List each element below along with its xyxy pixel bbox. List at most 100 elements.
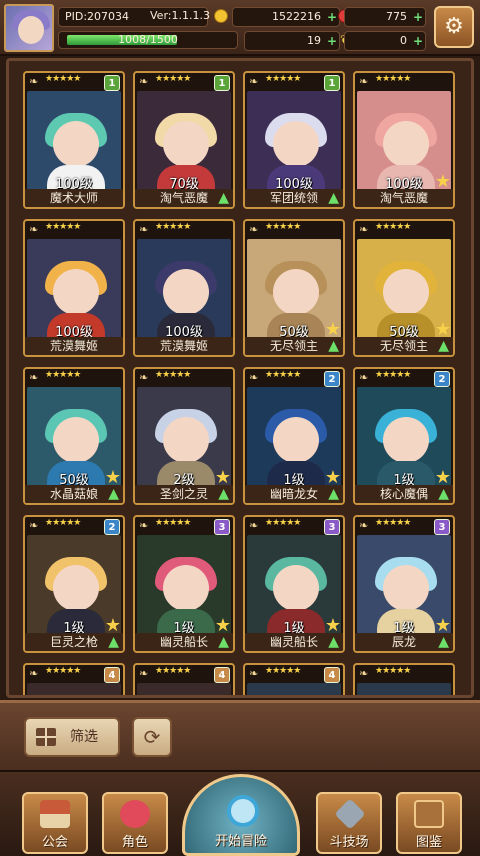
- rarity-stars-icon: ★★★★★: [375, 370, 411, 380]
- tier-badge: 4: [214, 667, 230, 683]
- hero-card[interactable]: ❧ ★★★★★ 3 1级 幽灵船长 ★ ▲: [133, 515, 235, 653]
- experience-bar: 1008/1500: [58, 31, 238, 49]
- element-leaf-icon: ❧: [139, 75, 149, 88]
- rarity-stars-icon: ★★★★★: [265, 222, 301, 232]
- hero-card[interactable]: ❧ ★★★★★ 4: [243, 663, 345, 695]
- element-leaf-icon: ❧: [29, 519, 39, 532]
- hero-face: [53, 417, 99, 463]
- level-up-arrow-icon: ▲: [438, 486, 449, 502]
- hero-card[interactable]: ❧ ★★★★★ 3 1级 幽灵船长 ★ ▲: [243, 515, 345, 653]
- element-leaf-icon: ❧: [139, 371, 149, 384]
- settings-gear-icon[interactable]: ⚙: [434, 6, 474, 48]
- gem-amount: 775: [386, 10, 407, 23]
- magnifier-compass-icon: [227, 795, 259, 827]
- hero-face: [383, 565, 429, 611]
- element-leaf-icon: ❧: [29, 371, 39, 384]
- hero-card[interactable]: ❧ ★★★★★ 4: [133, 663, 235, 695]
- hero-face: [383, 121, 429, 167]
- nav-codex[interactable]: 图鉴: [396, 792, 462, 854]
- nav-guild[interactable]: 公会: [22, 792, 88, 854]
- element-leaf-icon: ❧: [359, 75, 369, 88]
- hero-face: [53, 269, 99, 315]
- hero-card[interactable]: ❧ ★★★★★ 50级 无尽领主 ★ ▲: [243, 219, 345, 357]
- star-upgrade-icon: ★: [104, 615, 121, 636]
- add-leaf-icon[interactable]: +: [412, 35, 424, 47]
- hero-card[interactable]: ❧ ★★★★★ 1 100级 军团统领 ▲: [243, 71, 345, 209]
- level-up-arrow-icon: ▲: [108, 634, 119, 650]
- bottom-navigation: 公会 角色 开始冒险 斗技场 图鉴: [0, 770, 480, 856]
- filter-toolbar: 筛选 ⟳: [0, 700, 480, 770]
- star-upgrade-icon: ★: [434, 319, 451, 340]
- tier-badge: 2: [324, 371, 340, 387]
- nav-character[interactable]: 角色: [102, 792, 168, 854]
- star-upgrade-icon: ★: [434, 467, 451, 488]
- avatar-face: [18, 16, 44, 44]
- hero-face: [273, 417, 319, 463]
- tier-badge: 1: [324, 75, 340, 91]
- hero-face: [53, 565, 99, 611]
- element-leaf-icon: ❧: [29, 667, 39, 680]
- rarity-stars-icon: ★★★★★: [45, 518, 81, 528]
- element-leaf-icon: ❧: [249, 371, 259, 384]
- hero-card[interactable]: ❧ ★★★★★ 100级 荒漠舞姬: [133, 219, 235, 357]
- add-gold-icon[interactable]: +: [326, 11, 338, 23]
- hero-card[interactable]: ❧ ★★★★★ 3 1级 辰龙 ★ ▲: [353, 515, 455, 653]
- tier-badge: 1: [214, 75, 230, 91]
- add-gem-icon[interactable]: +: [412, 11, 424, 23]
- hero-card[interactable]: ❧ ★★★★★ 50级 无尽领主 ★ ▲: [353, 219, 455, 357]
- rarity-stars-icon: ★★★★★: [45, 370, 81, 380]
- rarity-stars-icon: ★★★★★: [155, 74, 191, 84]
- rarity-stars-icon: ★★★★★: [265, 370, 301, 380]
- hero-card[interactable]: ❧ ★★★★★ 2 1级 幽暗龙女 ★ ▲: [243, 367, 345, 505]
- nav-start-adventure[interactable]: 开始冒险: [182, 774, 300, 856]
- add-clover-icon[interactable]: +: [326, 35, 338, 47]
- refresh-button[interactable]: ⟳: [132, 717, 172, 757]
- tier-badge: 3: [324, 519, 340, 535]
- rarity-stars-icon: ★★★★★: [375, 74, 411, 84]
- hero-card[interactable]: ❧ ★★★★★ 100级 淘气恶魔 ★: [353, 71, 455, 209]
- leaf-amount: 0: [400, 34, 407, 47]
- tier-badge: 3: [214, 519, 230, 535]
- star-upgrade-icon: ★: [104, 467, 121, 488]
- crossed-swords-icon: [334, 798, 366, 830]
- star-upgrade-icon: ★: [324, 467, 341, 488]
- hero-face: [163, 269, 209, 315]
- element-leaf-icon: ❧: [359, 519, 369, 532]
- star-upgrade-icon: ★: [214, 615, 231, 636]
- nav-arena[interactable]: 斗技场: [316, 792, 382, 854]
- rarity-stars-icon: ★★★★★: [155, 370, 191, 380]
- tier-badge: 2: [434, 371, 450, 387]
- element-leaf-icon: ❧: [249, 223, 259, 236]
- guild-house-icon: [40, 800, 70, 828]
- element-leaf-icon: ❧: [139, 223, 149, 236]
- hero-card[interactable]: ❧ ★★★★★ 1 70级 淘气恶魔 ▲: [133, 71, 235, 209]
- hero-card[interactable]: ❧ ★★★★★ 4: [23, 663, 125, 695]
- hero-card[interactable]: ❧ ★★★★★ 1 100级 魔术大师: [23, 71, 125, 209]
- hero-card[interactable]: ❧ ★★★★★ 2 1级 核心魔偶 ★ ▲: [353, 367, 455, 505]
- element-leaf-icon: ❧: [249, 75, 259, 88]
- hero-portrait: [247, 683, 341, 695]
- hero-collection-panel: ❧ ★★★★★ 1 100级 魔术大师 ❧ ★★★★★ 1 70级 淘气恶魔 ▲ ❧ ★★★★★ 1 100…: [6, 58, 474, 698]
- level-up-arrow-icon: ▲: [328, 190, 339, 206]
- hero-portrait: [137, 683, 231, 695]
- element-leaf-icon: ❧: [249, 667, 259, 680]
- star-upgrade-icon: ★: [434, 171, 451, 192]
- hero-card[interactable]: ❧ ★★★★★ 100级 荒漠舞姬: [23, 219, 125, 357]
- character-portrait-icon: [120, 800, 150, 828]
- rarity-stars-icon: ★★★★★: [265, 518, 301, 528]
- element-leaf-icon: ❧: [359, 371, 369, 384]
- nav-adventure-label: 开始冒险: [214, 834, 267, 849]
- hero-card[interactable]: ❧ ★★★★★ 2级 圣剑之灵 ★ ▲: [133, 367, 235, 505]
- hero-card[interactable]: ❧ ★★★★★: [353, 663, 455, 695]
- hero-card[interactable]: ❧ ★★★★★ 2 1级 巨灵之枪 ★ ▲: [23, 515, 125, 653]
- top-bar: PID:207034 Ver:1.1.1.3 1522216 + 775 + 1…: [0, 0, 480, 56]
- filter-button[interactable]: 筛选: [24, 717, 120, 757]
- gold-amount: 1522216: [272, 10, 321, 23]
- nav-guild-label: 公会: [41, 835, 68, 850]
- hero-card[interactable]: ❧ ★★★★★ 50级 水晶菇娘 ★ ▲: [23, 367, 125, 505]
- element-leaf-icon: ❧: [139, 667, 149, 680]
- hero-face: [273, 565, 319, 611]
- tier-badge: 4: [104, 667, 120, 683]
- level-up-arrow-icon: ▲: [108, 486, 119, 502]
- player-avatar[interactable]: [4, 4, 54, 52]
